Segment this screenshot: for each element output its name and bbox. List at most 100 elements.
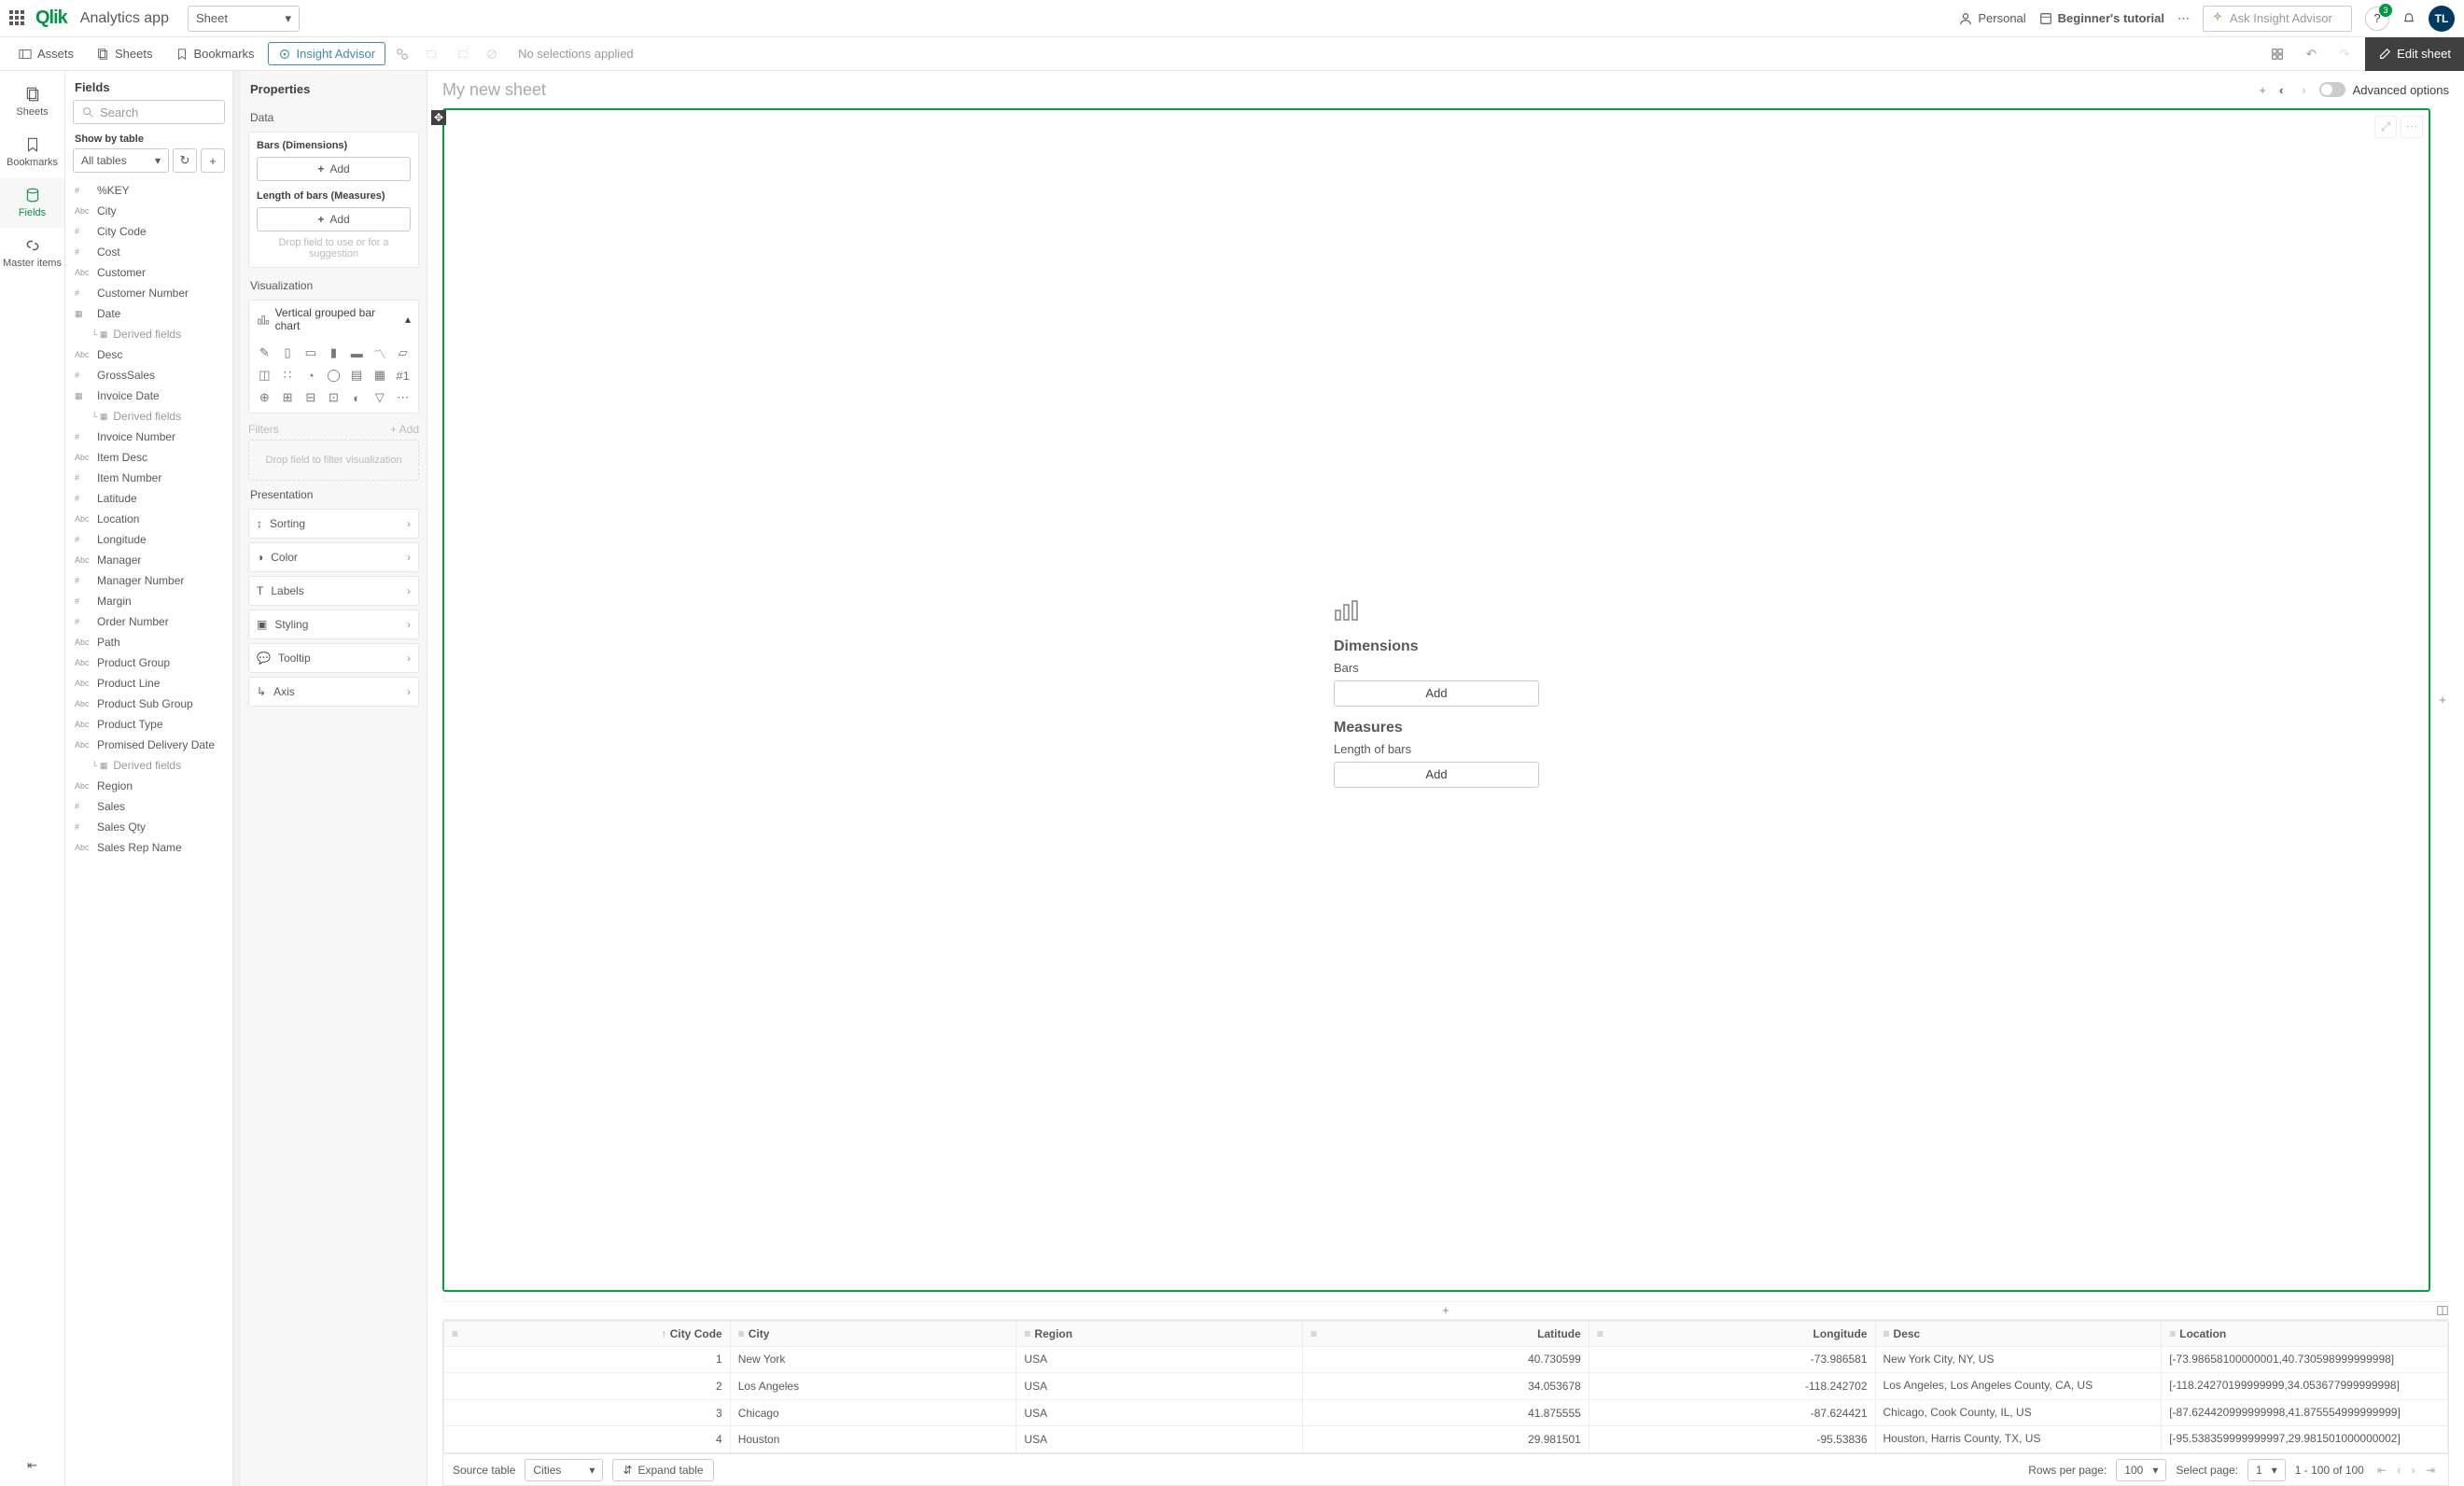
smart-search-icon[interactable] (389, 41, 415, 67)
field-item[interactable]: AbcDesc (65, 344, 232, 365)
edit-sheet-button[interactable]: Edit sheet (2365, 37, 2464, 71)
prev-page-icon[interactable]: ‹ (2393, 1464, 2404, 1477)
col-header[interactable]: ≡Region (1016, 1321, 1303, 1346)
sheet-title[interactable]: My new sheet (442, 80, 2251, 100)
viz-tree-icon[interactable]: ⊞ (278, 388, 298, 407)
viz-funnel-icon[interactable]: ▽ (371, 388, 390, 407)
next-page-icon[interactable]: › (2408, 1464, 2419, 1477)
col-menu-icon[interactable]: ≡ (738, 1327, 745, 1340)
field-item[interactable]: AbcCity (65, 201, 232, 221)
field-item[interactable]: AbcSales Rep Name (65, 837, 232, 858)
sheets-button[interactable]: Sheets (87, 43, 161, 64)
viz-stacked-icon[interactable]: ▮ (324, 343, 343, 362)
field-item[interactable]: └ ▦Derived fields (65, 755, 232, 776)
move-handle-icon[interactable]: ✥ (431, 110, 446, 125)
add-measure-button[interactable]: +Add (257, 207, 411, 231)
sheet-dropdown[interactable]: Sheet ▾ (188, 6, 300, 32)
field-item[interactable]: AbcPath (65, 632, 232, 652)
add-object-right[interactable]: + (2436, 108, 2449, 1292)
col-header[interactable]: ≡Location (2162, 1321, 2448, 1346)
clear-selections-icon[interactable] (479, 41, 505, 67)
viz-auto-icon[interactable]: ✎ (255, 343, 274, 362)
add-dimension-button[interactable]: +Add (257, 157, 411, 181)
canvas-add-measure[interactable]: Add (1334, 762, 1539, 788)
col-menu-icon[interactable]: ≡ (1024, 1327, 1030, 1340)
presentation-color[interactable]: ◑Color› (248, 542, 419, 572)
viz-box-icon[interactable]: ⊡ (324, 388, 343, 407)
sidenav-master[interactable]: Master items (0, 228, 64, 278)
insight-advisor-button[interactable]: Insight Advisor (268, 42, 386, 65)
field-item[interactable]: └ ▦Derived fields (65, 406, 232, 427)
ask-insight-input[interactable]: Ask Insight Advisor (2203, 6, 2352, 32)
personal-button[interactable]: Personal (1959, 11, 2025, 25)
help-button[interactable]: ? 3 (2365, 7, 2389, 31)
table-row[interactable]: 3ChicagoUSA41.875555-87.624421Chicago, C… (444, 1399, 2448, 1426)
viz-dist-icon[interactable]: ⊟ (301, 388, 320, 407)
viz-pie-icon[interactable]: ◔ (301, 366, 320, 385)
field-item[interactable]: #Invoice Number (65, 427, 232, 447)
layout-icon[interactable] (2264, 41, 2290, 67)
selection-fwd-icon[interactable] (449, 41, 475, 67)
last-page-icon[interactable]: ⇥ (2422, 1464, 2439, 1477)
field-item[interactable]: AbcProduct Line (65, 673, 232, 694)
filter-dropzone[interactable]: Drop field to filter visualization (248, 440, 419, 481)
col-header[interactable]: ≡Desc (1875, 1321, 2162, 1346)
viz-gauge-icon[interactable]: ◐ (347, 388, 367, 407)
chart-more-icon[interactable]: ⋯ (2401, 116, 2423, 138)
col-menu-icon[interactable]: ≡ (1310, 1327, 1317, 1340)
field-item[interactable]: AbcRegion (65, 776, 232, 796)
presentation-axis[interactable]: ↳Axis› (248, 677, 419, 707)
table-row[interactable]: 4HoustonUSA29.981501-95.53836Houston, Ha… (444, 1426, 2448, 1453)
selection-back-icon[interactable] (419, 41, 445, 67)
col-menu-icon[interactable]: ≡ (452, 1327, 458, 1340)
viz-type-dropdown[interactable]: Vertical grouped bar chart ▴ (248, 300, 419, 338)
redo-icon[interactable]: ↷ (2331, 41, 2358, 67)
viz-more-icon[interactable]: ⋯ (393, 388, 413, 407)
more-menu[interactable]: ⋯ (2177, 11, 2190, 26)
field-item[interactable]: ▦Invoice Date (65, 386, 232, 406)
field-item[interactable]: AbcCustomer (65, 262, 232, 283)
table-row[interactable]: 1New YorkUSA40.730599-73.986581New York … (444, 1346, 2448, 1373)
col-menu-icon[interactable]: ≡ (1883, 1327, 1890, 1340)
expand-table-button[interactable]: ⇵ Expand table (612, 1459, 713, 1481)
col-header[interactable]: ≡Longitude (1589, 1321, 1875, 1346)
field-item[interactable]: AbcProduct Sub Group (65, 694, 232, 714)
advanced-toggle[interactable] (2319, 82, 2345, 97)
field-item[interactable]: #Order Number (65, 611, 232, 632)
field-item[interactable]: AbcLocation (65, 509, 232, 529)
viz-area-icon[interactable]: ▱ (393, 343, 413, 362)
presentation-labels[interactable]: TLabels› (248, 576, 419, 606)
canvas-add-dimension[interactable]: Add (1334, 680, 1539, 707)
field-item[interactable]: #Customer Number (65, 283, 232, 303)
viz-vbar-icon[interactable]: ▯ (278, 343, 298, 362)
chart-canvas[interactable]: ✥ ⤢ ⋯ Dimensions Bars Add Measures Lengt… (442, 108, 2430, 1292)
bell-icon[interactable] (2402, 12, 2415, 25)
field-item[interactable]: AbcItem Desc (65, 447, 232, 468)
source-table-dropdown[interactable]: Cities ▾ (525, 1459, 603, 1481)
presentation-styling[interactable]: ▣Styling› (248, 610, 419, 639)
viz-combo-icon[interactable]: ◫ (255, 366, 274, 385)
add-object-below[interactable]: + (442, 1301, 2449, 1320)
col-header[interactable]: ≡Latitude (1303, 1321, 1589, 1346)
select-page-dropdown[interactable]: 1▾ (2247, 1459, 2286, 1481)
add-filter-button[interactable]: + Add (390, 423, 419, 436)
app-launcher-icon[interactable] (9, 10, 26, 27)
presentation-tooltip[interactable]: 💬Tooltip› (248, 643, 419, 673)
field-item[interactable]: AbcPromised Delivery Date (65, 735, 232, 755)
viz-hbar-icon[interactable]: ▭ (301, 343, 320, 362)
collapse-sidebar-icon[interactable]: ⇤ (0, 1445, 64, 1486)
field-item[interactable]: #Latitude (65, 488, 232, 509)
field-item[interactable]: └ ▦Derived fields (65, 324, 232, 344)
viz-map-icon[interactable]: ⊕ (255, 388, 274, 407)
col-header[interactable]: ≡City (730, 1321, 1016, 1346)
field-item[interactable]: #Cost (65, 242, 232, 262)
col-menu-icon[interactable]: ≡ (2169, 1327, 2176, 1340)
field-item[interactable]: #Sales (65, 796, 232, 817)
presentation-sorting[interactable]: ↕Sorting› (248, 509, 419, 539)
viz-line-icon[interactable]: 〽 (371, 343, 390, 362)
viz-hstack-icon[interactable]: ▬ (347, 343, 367, 362)
field-item[interactable]: AbcProduct Type (65, 714, 232, 735)
field-item[interactable]: #Sales Qty (65, 817, 232, 837)
undo-icon[interactable]: ↶ (2298, 41, 2324, 67)
field-item[interactable]: #Margin (65, 591, 232, 611)
